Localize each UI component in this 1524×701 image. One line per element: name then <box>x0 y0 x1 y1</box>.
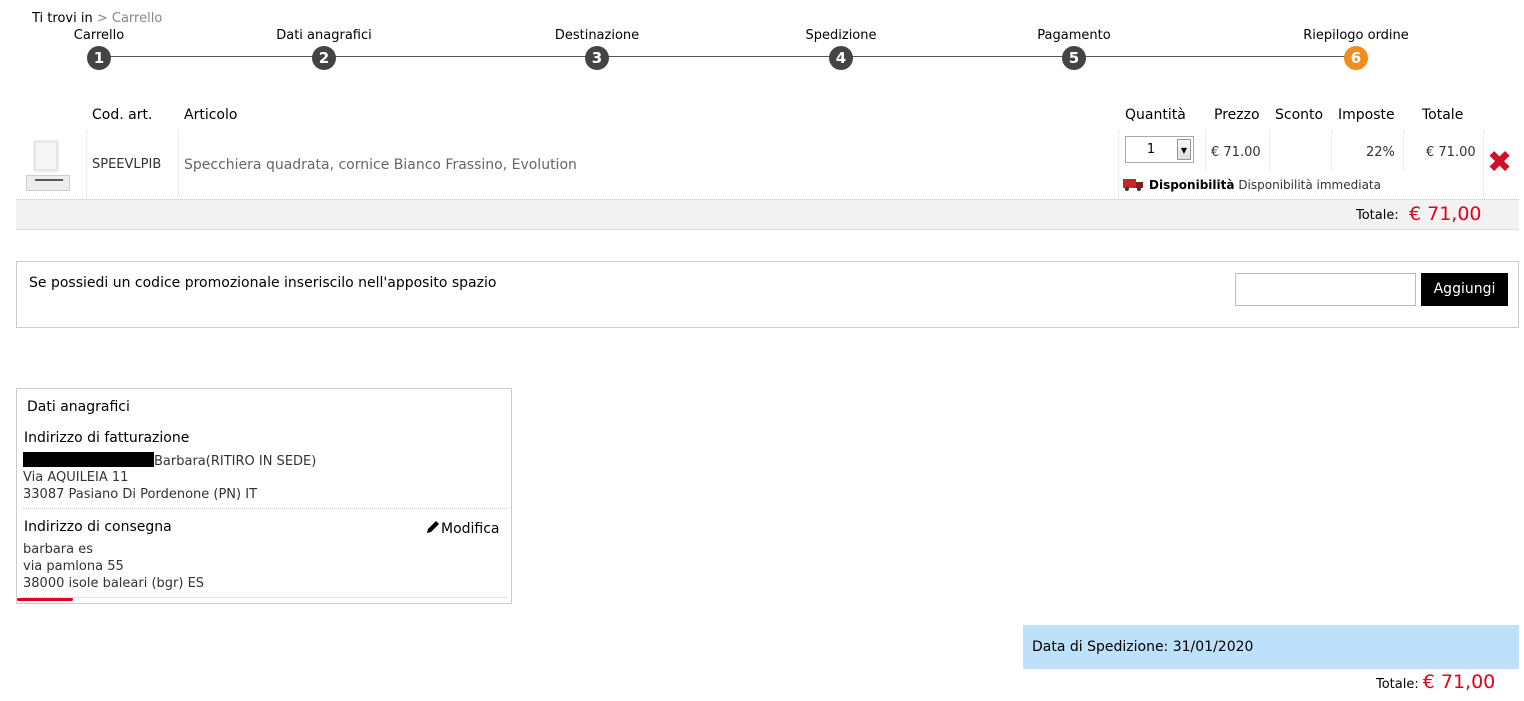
step-spedizione[interactable]: Spedizione 4 <box>761 28 921 70</box>
subtotal-value: € 71,00 <box>1409 203 1482 225</box>
step-label: Spedizione <box>805 28 877 43</box>
product-thumbnail[interactable] <box>24 137 72 193</box>
mirror-image <box>34 141 58 171</box>
step-label: Destinazione <box>554 28 640 43</box>
customer-data-panel: Dati anagrafici Indirizzo di fatturazion… <box>16 388 512 604</box>
section-divider <box>23 597 507 598</box>
header-discount: Sconto <box>1275 107 1324 123</box>
promo-code-box: Se possiedi un codice promozionale inser… <box>16 261 1519 328</box>
pencil-icon <box>427 521 439 533</box>
step-label: Pagamento <box>1037 28 1111 43</box>
header-qty: Quantità <box>1125 107 1186 123</box>
add-promo-button[interactable]: Aggiungi <box>1421 273 1508 306</box>
panel-title: Dati anagrafici <box>27 399 130 415</box>
step-number: 2 <box>312 46 336 70</box>
grand-total-value: € 71,00 <box>1422 671 1496 693</box>
column-divider <box>86 131 87 199</box>
billing-street: Via AQUILEIA 11 <box>23 470 129 485</box>
shipping-date-text: Data di Spedizione: 31/01/2020 <box>1032 639 1254 655</box>
billing-name-text: Barbara(RITIRO IN SEDE) <box>154 454 317 469</box>
step-label: Carrello <box>73 28 125 43</box>
shipping-address-title: Indirizzo di consegna <box>24 519 172 535</box>
availability-info: Disponibilità Disponibilità immediata <box>1123 178 1381 192</box>
billing-address-title: Indirizzo di fatturazione <box>24 430 190 446</box>
billing-name: Barbara(RITIRO IN SEDE) <box>23 452 316 469</box>
billing-city: 33087 Pasiano Di Pordenone (PN) IT <box>23 487 258 502</box>
dresser-image <box>26 175 70 191</box>
truck-icon <box>1123 179 1143 191</box>
header-code: Cod. art. <box>92 107 153 123</box>
availability-value: Disponibilità immediata <box>1238 178 1381 192</box>
quantity-select[interactable]: 1 ▼ <box>1125 136 1194 163</box>
section-divider <box>23 508 507 509</box>
subtotal-label: Totale: <box>1356 208 1399 223</box>
table-row: SPEEVLPIB Specchiera quadrata, cornice B… <box>16 131 1519 199</box>
promo-code-input[interactable] <box>1235 273 1416 306</box>
checkout-steps: Carrello 1 Dati anagrafici 2 Destinazion… <box>0 0 1524 90</box>
step-number: 3 <box>585 46 609 70</box>
promo-text: Se possiedi un codice promozionale inser… <box>29 275 497 291</box>
vat-value: 22% <box>1366 145 1395 160</box>
step-label: Dati anagrafici <box>276 28 372 43</box>
redacted-block <box>23 452 154 467</box>
header-article: Articolo <box>184 107 238 123</box>
step-number: 4 <box>829 46 853 70</box>
quantity-value: 1 <box>1146 142 1156 157</box>
column-divider <box>178 131 179 199</box>
step-carrello[interactable]: Carrello 1 <box>19 28 179 70</box>
step-riepilogo-ordine[interactable]: Riepilogo ordine 6 <box>1276 28 1436 70</box>
edit-address-link[interactable]: Modifica <box>425 519 500 537</box>
header-total: Totale <box>1422 107 1464 123</box>
grand-total-label: Totale: <box>1376 677 1419 692</box>
column-divider <box>1403 131 1404 171</box>
step-destinazione[interactable]: Destinazione 3 <box>517 28 677 70</box>
column-divider <box>1483 131 1484 199</box>
shipping-date-box: Data di Spedizione: 31/01/2020 <box>1023 625 1519 669</box>
edit-label: Modifica <box>441 521 500 537</box>
unit-price: € 71.00 <box>1211 145 1261 160</box>
step-number-active: 6 <box>1344 46 1368 70</box>
column-divider <box>1118 131 1119 199</box>
column-divider <box>1269 131 1270 171</box>
dropdown-arrow-icon[interactable]: ▼ <box>1177 139 1191 160</box>
column-divider <box>1331 131 1332 171</box>
product-code: SPEEVLPIB <box>92 157 162 172</box>
shipping-street: via pamlona 55 <box>23 559 124 574</box>
cart-subtotal-bar: Totale: € 71,00 <box>16 199 1519 230</box>
shipping-city: 38000 isole baleari (bgr) ES <box>23 576 205 591</box>
product-name[interactable]: Specchiera quadrata, cornice Bianco Fras… <box>184 157 577 173</box>
row-total: € 71.00 <box>1426 145 1476 160</box>
step-dati-anagrafici[interactable]: Dati anagrafici 2 <box>244 28 404 70</box>
step-pagamento[interactable]: Pagamento 5 <box>994 28 1154 70</box>
remove-item-icon[interactable]: ✖ <box>1487 148 1512 178</box>
header-vat: Imposte <box>1338 107 1395 123</box>
red-underline-annotation <box>17 598 73 601</box>
step-number: 5 <box>1062 46 1086 70</box>
header-price: Prezzo <box>1214 107 1260 123</box>
column-divider <box>1205 131 1206 171</box>
shipping-name: barbara es <box>23 542 93 557</box>
availability-label: Disponibilità <box>1149 178 1235 192</box>
step-label: Riepilogo ordine <box>1303 28 1409 43</box>
step-number: 1 <box>87 46 111 70</box>
grand-total: Totale: € 71,00 <box>1376 671 1495 693</box>
